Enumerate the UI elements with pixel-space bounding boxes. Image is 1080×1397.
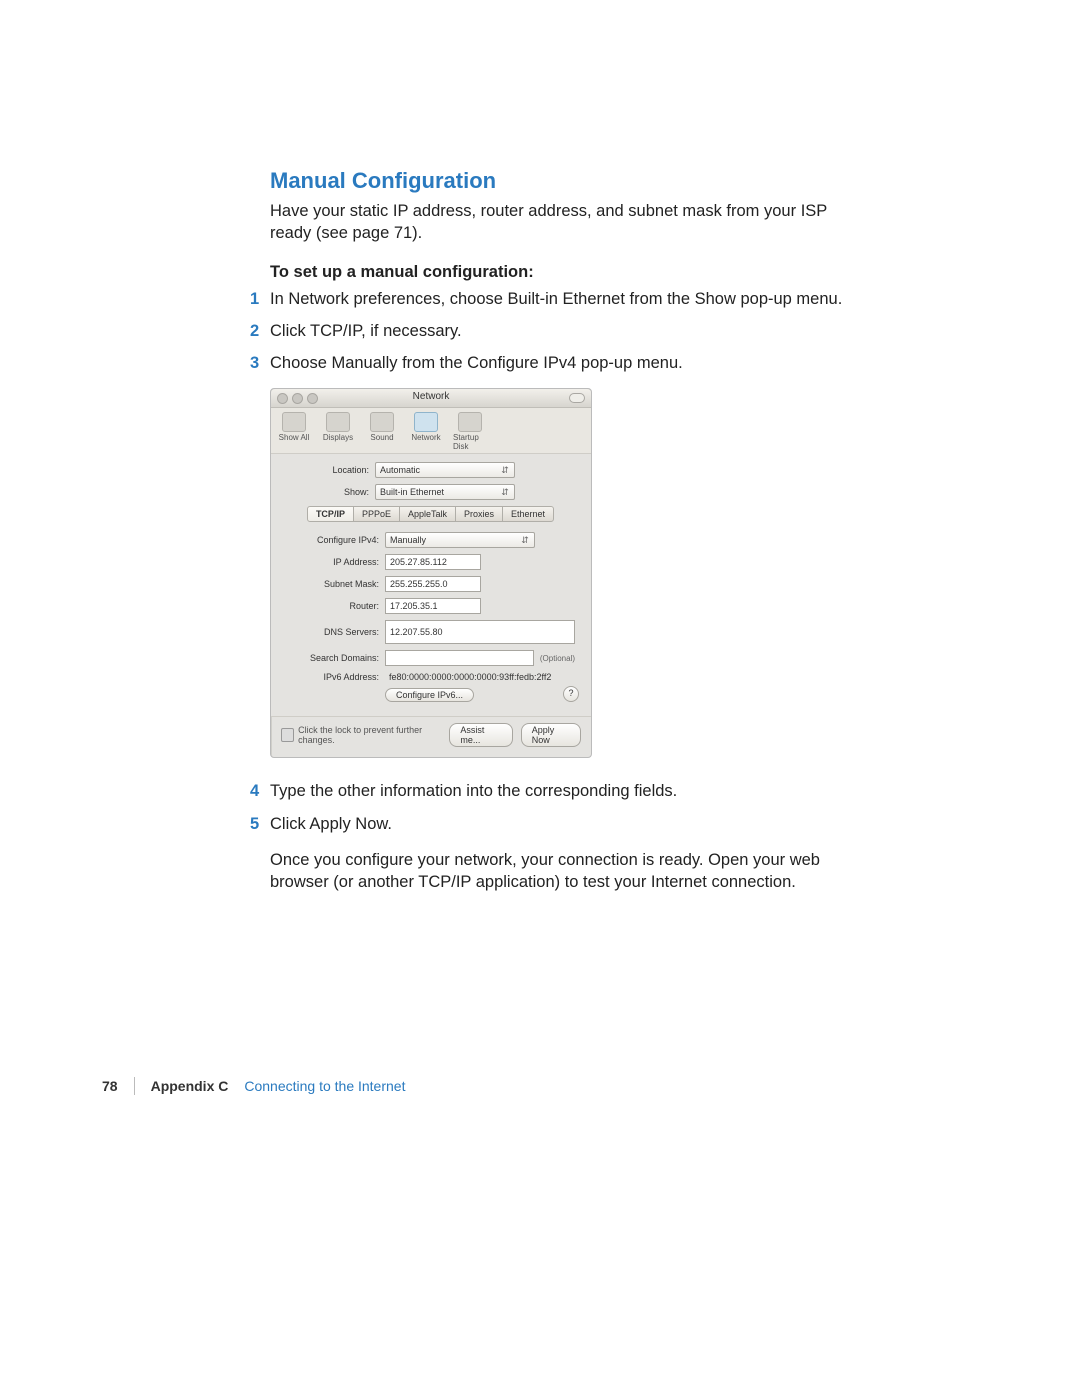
network-prefs-window: Network Show All Displays Sound xyxy=(270,388,592,758)
toolbar-label: Displays xyxy=(323,433,353,442)
page-number: 78 xyxy=(102,1078,118,1094)
tab-ethernet[interactable]: Ethernet xyxy=(502,506,554,522)
configure-ipv4-select[interactable]: Manually ⇵ xyxy=(385,532,535,548)
tab-bar: TCP/IP PPPoE AppleTalk Proxies Ethernet xyxy=(281,506,581,522)
show-label: Show: xyxy=(281,487,375,497)
ip-address-label: IP Address: xyxy=(287,557,385,567)
ipv6-address-label: IPv6 Address: xyxy=(287,672,385,682)
window-titlebar: Network xyxy=(271,389,591,408)
tab-pppoe[interactable]: PPPoE xyxy=(353,506,400,522)
tab-proxies[interactable]: Proxies xyxy=(455,506,503,522)
apply-now-button[interactable]: Apply Now xyxy=(521,723,581,747)
panel-footer: Click the lock to prevent further change… xyxy=(271,716,591,757)
window-title: Network xyxy=(271,391,591,402)
step-item: In Network preferences, choose Built-in … xyxy=(270,288,870,310)
steps-list-a: In Network preferences, choose Built-in … xyxy=(270,288,870,375)
tcpip-panel: Configure IPv4: Manually ⇵ IP Address: 2… xyxy=(281,530,581,708)
ip-address-field[interactable]: 205.27.85.112 xyxy=(385,554,481,570)
step-item: Click TCP/IP, if necessary. xyxy=(270,320,870,342)
subnet-mask-field[interactable]: 255.255.255.0 xyxy=(385,576,481,592)
configure-ipv6-button[interactable]: Configure IPv6... xyxy=(385,688,474,702)
toolbar-label: Startup Disk xyxy=(453,433,487,451)
step-item: Type the other information into the corr… xyxy=(270,780,870,802)
show-value: Built-in Ethernet xyxy=(380,487,444,497)
search-domains-label: Search Domains: xyxy=(287,653,385,663)
toolbar-displays[interactable]: Displays xyxy=(321,412,355,451)
section-title: Manual Configuration xyxy=(270,168,870,194)
location-label: Location: xyxy=(281,465,375,475)
location-select[interactable]: Automatic ⇵ xyxy=(375,462,515,478)
outro-paragraph: Once you configure your network, your co… xyxy=(270,849,870,894)
tab-appletalk[interactable]: AppleTalk xyxy=(399,506,456,522)
content-column: Manual Configuration Have your static IP… xyxy=(270,168,870,911)
lock-icon xyxy=(281,728,294,742)
startup-disk-icon xyxy=(458,412,482,432)
lock-row[interactable]: Click the lock to prevent further change… xyxy=(281,725,449,745)
sub-heading: To set up a manual configuration: xyxy=(270,263,870,282)
intro-paragraph: Have your static IP address, router addr… xyxy=(270,200,870,245)
chapter-title: Connecting to the Internet xyxy=(244,1078,405,1094)
show-select[interactable]: Built-in Ethernet ⇵ xyxy=(375,484,515,500)
subnet-mask-label: Subnet Mask: xyxy=(287,579,385,589)
toolbar-network[interactable]: Network xyxy=(409,412,443,451)
toolbar-label: Sound xyxy=(370,433,393,442)
toolbar-label: Show All xyxy=(279,433,310,442)
dns-servers-label: DNS Servers: xyxy=(287,627,385,637)
toolbar-show-all[interactable]: Show All xyxy=(277,412,311,451)
sound-icon xyxy=(370,412,394,432)
chevron-updown-icon: ⇵ xyxy=(520,535,530,546)
lock-text: Click the lock to prevent further change… xyxy=(298,725,449,745)
toolbar-toggle-icon[interactable] xyxy=(569,393,585,403)
step-item: Choose Manually from the Configure IPv4 … xyxy=(270,352,870,374)
optional-hint: (Optional) xyxy=(540,654,575,663)
page-footer: 78 Appendix C Connecting to the Internet xyxy=(102,1077,405,1095)
show-all-icon xyxy=(282,412,306,432)
configure-ipv4-label: Configure IPv4: xyxy=(287,535,385,545)
toolbar-startup-disk[interactable]: Startup Disk xyxy=(453,412,487,451)
tab-tcpip[interactable]: TCP/IP xyxy=(307,506,354,522)
footer-separator xyxy=(134,1077,135,1095)
location-value: Automatic xyxy=(380,465,420,475)
network-icon xyxy=(414,412,438,432)
chevron-updown-icon: ⇵ xyxy=(500,465,510,476)
step-item: Click Apply Now. xyxy=(270,813,870,835)
prefs-toolbar: Show All Displays Sound Network Startup … xyxy=(271,408,591,454)
search-domains-field[interactable] xyxy=(385,650,534,666)
configure-ipv4-value: Manually xyxy=(390,535,426,545)
form-area: Location: Automatic ⇵ Show: Built-in Eth… xyxy=(271,454,591,716)
ipv6-address-value: fe80:0000:0000:0000:0000:93ff:fedb:2ff2 xyxy=(385,672,551,682)
appendix-label: Appendix C xyxy=(151,1078,229,1094)
chevron-updown-icon: ⇵ xyxy=(500,487,510,498)
toolbar-sound[interactable]: Sound xyxy=(365,412,399,451)
router-field[interactable]: 17.205.35.1 xyxy=(385,598,481,614)
displays-icon xyxy=(326,412,350,432)
steps-list-b: Type the other information into the corr… xyxy=(270,780,870,835)
assist-me-button[interactable]: Assist me... xyxy=(449,723,512,747)
router-label: Router: xyxy=(287,601,385,611)
toolbar-label: Network xyxy=(411,433,440,442)
document-page: Manual Configuration Have your static IP… xyxy=(0,0,1080,1397)
dns-servers-field[interactable]: 12.207.55.80 xyxy=(385,620,575,644)
